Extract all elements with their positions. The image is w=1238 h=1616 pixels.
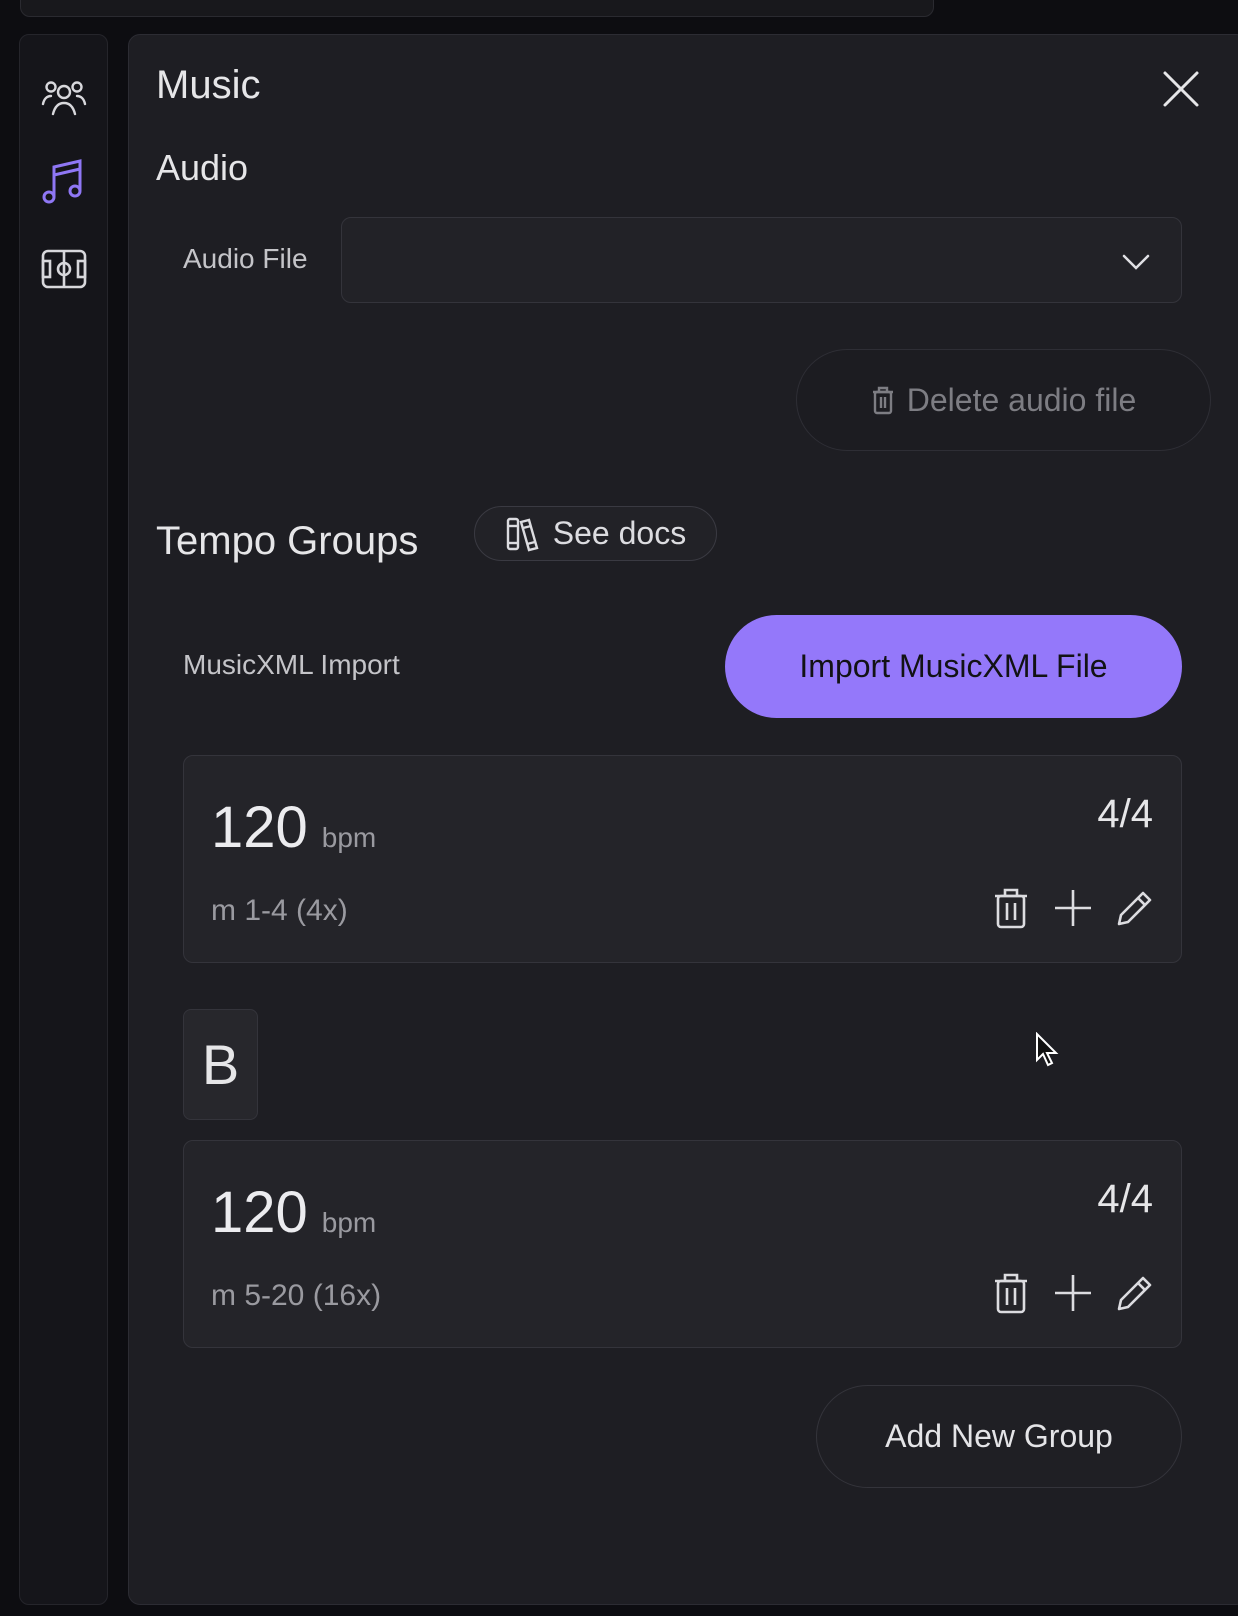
field-icon[interactable] — [40, 245, 88, 293]
mouse-cursor-icon — [1036, 1032, 1059, 1067]
audio-file-label: Audio File — [183, 243, 308, 274]
import-musicxml-button[interactable]: Import MusicXML File — [725, 615, 1182, 718]
time-signature: 4/4 — [1097, 792, 1153, 836]
trash-icon[interactable] — [991, 886, 1031, 930]
delete-audio-file-button[interactable]: Delete audio file — [796, 349, 1211, 451]
tempo-group-card[interactable]: 120 bpm 4/4 m 5-20 (16x) — [183, 1140, 1182, 1348]
trash-icon — [872, 386, 893, 415]
music-note-icon[interactable] — [40, 157, 88, 205]
audio-file-select[interactable] — [341, 217, 1182, 303]
sidebar — [19, 34, 108, 1605]
pencil-icon[interactable] — [1115, 886, 1155, 930]
bpm-value: 120 bpm — [211, 1180, 377, 1245]
group-name-badge[interactable]: B — [183, 1009, 258, 1120]
trash-icon[interactable] — [991, 1271, 1031, 1315]
tempo-group-card[interactable]: 120 bpm 4/4 m 1-4 (4x) — [183, 755, 1182, 963]
top-bar — [20, 0, 934, 17]
see-docs-button[interactable]: See docs — [474, 506, 717, 561]
pencil-icon[interactable] — [1115, 1271, 1155, 1315]
chevron-down-icon — [1122, 254, 1150, 270]
bpm-unit: bpm — [321, 1207, 377, 1238]
tempo-groups-heading: Tempo Groups — [156, 519, 419, 563]
time-signature: 4/4 — [1097, 1177, 1153, 1221]
panel-title: Music — [156, 63, 261, 107]
musicxml-import-label: MusicXML Import — [183, 649, 400, 680]
users-icon[interactable] — [40, 73, 88, 121]
plus-icon[interactable] — [1053, 1271, 1093, 1315]
add-new-group-button[interactable]: Add New Group — [816, 1385, 1182, 1488]
plus-icon[interactable] — [1053, 886, 1093, 930]
books-icon — [506, 517, 539, 551]
measure-range: m 5-20 (16x) — [211, 1279, 382, 1312]
audio-heading: Audio — [156, 147, 249, 188]
measure-range: m 1-4 (4x) — [211, 894, 348, 927]
bpm-value: 120 bpm — [211, 795, 377, 860]
bpm-unit: bpm — [321, 822, 377, 853]
see-docs-label: See docs — [552, 515, 687, 551]
close-icon[interactable] — [1159, 67, 1203, 111]
music-panel: Music Audio Audio File Delete audio file… — [128, 34, 1238, 1605]
delete-audio-file-label: Delete audio file — [906, 381, 1137, 418]
